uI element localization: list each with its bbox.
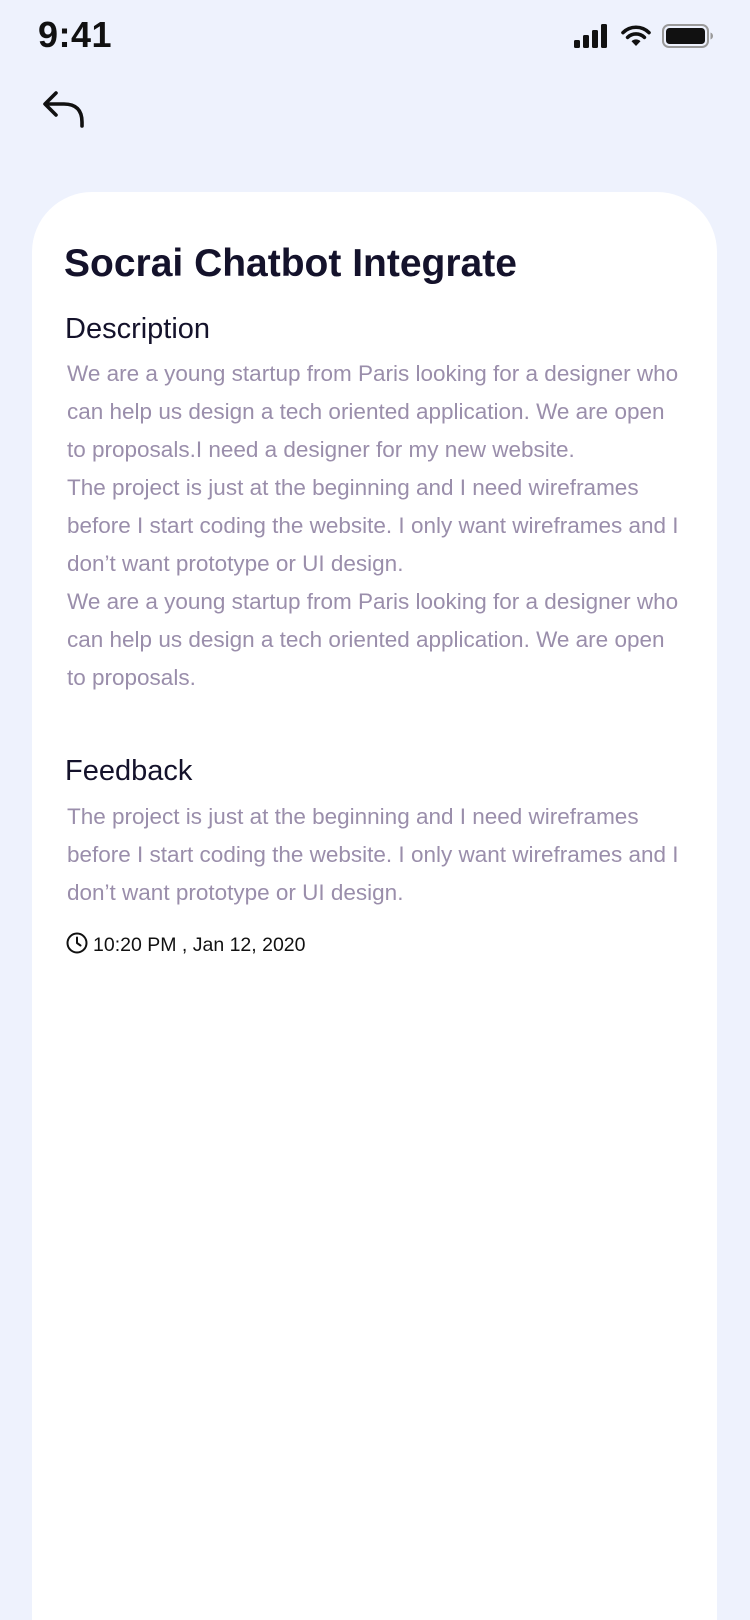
signal-icon bbox=[574, 23, 610, 53]
back-button[interactable] bbox=[38, 88, 88, 134]
reply-arrow-icon bbox=[40, 89, 86, 134]
detail-card: Socrai Chatbot Integrate Description We … bbox=[32, 192, 717, 1620]
status-time: 9:41 bbox=[38, 14, 113, 55]
feedback-paragraph: The project is just at the beginning and… bbox=[67, 804, 679, 905]
timestamp-text: 10:20 PM , Jan 12, 2020 bbox=[93, 933, 306, 956]
page-title: Socrai Chatbot Integrate bbox=[64, 242, 517, 285]
feedback-heading: Feedback bbox=[65, 755, 193, 787]
description-paragraph: We are a young startup from Paris lookin… bbox=[67, 589, 679, 690]
feedback-text: The project is just at the beginning and… bbox=[67, 798, 687, 912]
description-heading: Description bbox=[65, 313, 211, 345]
status-icons bbox=[574, 22, 714, 54]
description-paragraph: The project is just at the beginning and… bbox=[67, 475, 679, 576]
wifi-icon bbox=[620, 24, 652, 53]
battery-icon bbox=[662, 23, 714, 53]
description-paragraph: We are a young startup from Paris lookin… bbox=[67, 361, 679, 462]
clock-icon bbox=[65, 931, 89, 960]
description-text: We are a young startup from Paris lookin… bbox=[67, 355, 687, 697]
screen: 9:41 Socrai Chatbot Integrate Descriptio… bbox=[0, 0, 750, 1620]
timestamp: 10:20 PM , Jan 12, 2020 bbox=[65, 931, 305, 959]
